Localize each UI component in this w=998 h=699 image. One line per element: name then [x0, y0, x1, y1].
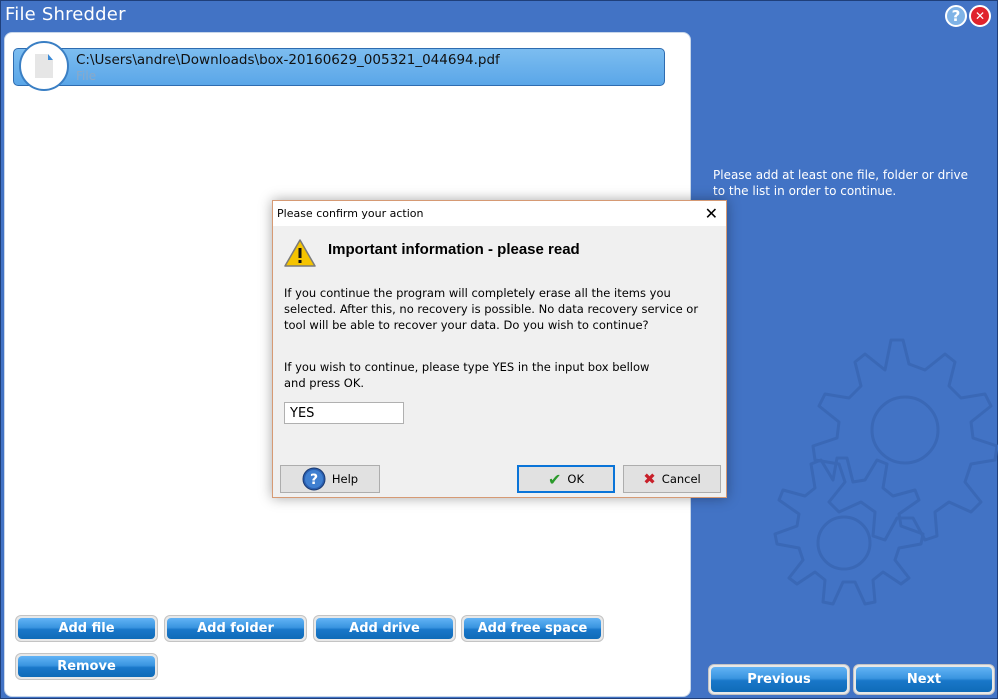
dialog-title: Please confirm your action	[277, 207, 424, 220]
cancel-label: Cancel	[661, 472, 701, 486]
add-drive-button[interactable]: Add drive	[313, 615, 456, 642]
ok-button[interactable]: ✔ OK	[517, 465, 615, 493]
window-title: File Shredder	[5, 4, 126, 25]
add-file-label: Add file	[18, 618, 155, 639]
dialog-titlebar: Please confirm your action ✕	[273, 201, 726, 226]
add-free-space-label: Add free space	[464, 618, 601, 639]
next-button[interactable]: Next	[853, 664, 995, 695]
file-icon-badge	[19, 41, 69, 91]
title-bar-controls: ? ✕	[945, 5, 991, 27]
confirm-dialog: Please confirm your action ✕ Important i…	[272, 200, 727, 498]
close-button[interactable]: ✕	[969, 5, 991, 27]
large-gear-hub	[870, 395, 940, 465]
help-button[interactable]: ?	[945, 5, 967, 27]
previous-button[interactable]: Previous	[708, 664, 850, 695]
dialog-help-button[interactable]: ? Help	[280, 465, 380, 493]
dialog-body-text: If you continue the program will complet…	[284, 286, 699, 332]
previous-label: Previous	[711, 667, 847, 692]
small-gear-hub	[816, 515, 872, 571]
add-file-button[interactable]: Add file	[15, 615, 158, 642]
checkmark-icon: ✔	[548, 469, 562, 489]
file-path: C:\Users\andre\Downloads\box-20160629_00…	[76, 52, 500, 68]
add-drive-label: Add drive	[316, 618, 453, 639]
small-gear-outline	[773, 456, 925, 606]
help-label: Help	[331, 472, 359, 486]
file-type: File	[76, 69, 97, 83]
next-label: Next	[856, 667, 992, 692]
file-corner-decoration	[48, 54, 53, 60]
gears-icon	[773, 338, 998, 606]
hint-text: Please add at least one file, folder or …	[713, 168, 969, 198]
dialog-close-button[interactable]: ✕	[705, 204, 718, 223]
x-icon: ✖	[643, 470, 656, 488]
warning-icon	[284, 239, 316, 267]
close-icon: ✕	[974, 9, 986, 23]
question-icon: ?	[951, 7, 961, 25]
add-folder-button[interactable]: Add folder	[164, 615, 307, 642]
dialog-heading: Important information - please read	[328, 241, 580, 258]
remove-label: Remove	[18, 656, 155, 677]
add-folder-label: Add folder	[167, 618, 304, 639]
help-icon: ?	[302, 467, 326, 491]
svg-text:?: ?	[310, 472, 318, 488]
dialog-instruction-text: If you wish to continue, please type YES…	[284, 360, 650, 390]
cancel-button[interactable]: ✖ Cancel	[623, 465, 721, 493]
ok-label: OK	[567, 472, 584, 486]
add-free-space-button[interactable]: Add free space	[461, 615, 604, 642]
confirmation-input[interactable]	[284, 402, 404, 424]
remove-button[interactable]: Remove	[15, 653, 158, 680]
list-item[interactable]: C:\Users\andre\Downloads\box-20160629_00…	[13, 48, 665, 86]
